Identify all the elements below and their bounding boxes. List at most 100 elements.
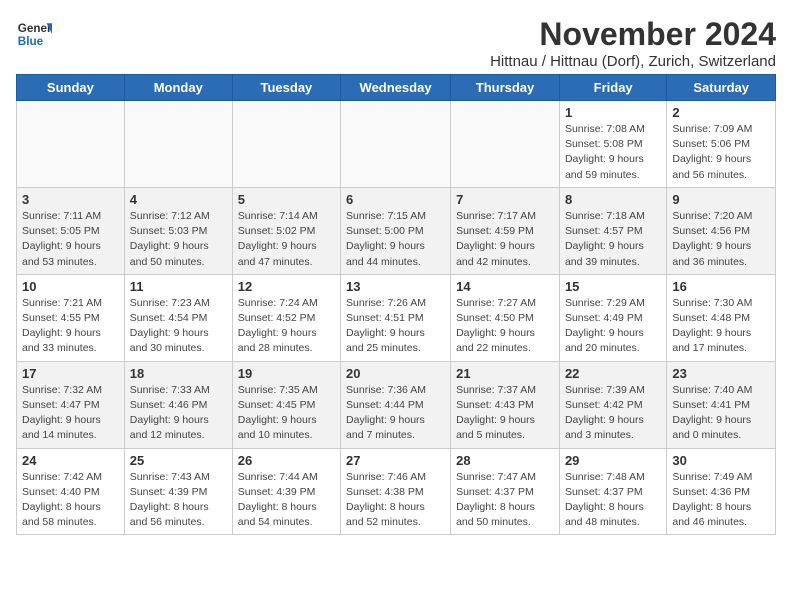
col-wednesday: Wednesday [341, 75, 451, 101]
day-info: Sunrise: 7:46 AM Sunset: 4:38 PM Dayligh… [346, 470, 445, 531]
day-info: Sunrise: 7:48 AM Sunset: 4:37 PM Dayligh… [565, 470, 661, 531]
table-row: 12Sunrise: 7:24 AM Sunset: 4:52 PM Dayli… [232, 274, 340, 361]
table-row: 28 Sunrise: 7:47 AM Sunset: 4:37 PM Dayli… [451, 448, 560, 535]
table-row: 29 Sunrise: 7:48 AM Sunset: 4:37 PM Dayli… [559, 448, 666, 535]
day-info: Sunrise: 7:37 AM Sunset: 4:43 PM Dayligh… [456, 383, 554, 444]
day-number: 24 [22, 453, 119, 468]
day-number: 22 [565, 366, 661, 381]
day-number: 8 [565, 192, 661, 207]
table-row: 13Sunrise: 7:26 AM Sunset: 4:51 PM Dayli… [341, 274, 451, 361]
calendar-table: Sunday Monday Tuesday Wednesday Thursday… [16, 74, 776, 535]
table-row: 5Sunrise: 7:14 AM Sunset: 5:02 PM Daylig… [232, 187, 340, 274]
logo-icon: General Blue [16, 16, 52, 52]
table-row: 4 Sunrise: 7:12 AM Sunset: 5:03 PM Daylig… [124, 187, 232, 274]
table-row: 9Sunrise: 7:20 AM Sunset: 4:56 PM Daylig… [667, 187, 776, 274]
day-number: 23 [672, 366, 770, 381]
day-info: Sunrise: 7:40 AM Sunset: 4:41 PM Dayligh… [672, 383, 770, 444]
day-number: 3 [22, 192, 119, 207]
table-row: 15 Sunrise: 7:29 AM Sunset: 4:49 PM Dayli… [559, 274, 666, 361]
day-number: 11 [130, 279, 227, 294]
day-info: Sunrise: 7:35 AM Sunset: 4:45 PM Dayligh… [238, 383, 335, 444]
day-info: Sunrise: 7:30 AM Sunset: 4:48 PM Dayligh… [672, 296, 770, 357]
day-number: 1 [565, 105, 661, 120]
col-sunday: Sunday [17, 75, 125, 101]
day-info: Sunrise: 7:47 AM Sunset: 4:37 PM Dayligh… [456, 470, 554, 531]
table-row [124, 101, 232, 188]
table-row [17, 101, 125, 188]
day-info: Sunrise: 7:49 AM Sunset: 4:36 PM Dayligh… [672, 470, 770, 531]
day-info: Sunrise: 7:44 AM Sunset: 4:39 PM Dayligh… [238, 470, 335, 531]
table-row: 20 Sunrise: 7:36 AM Sunset: 4:44 PM Dayli… [341, 361, 451, 448]
day-info: Sunrise: 7:09 AM Sunset: 5:06 PM Dayligh… [672, 122, 770, 183]
table-row: 6Sunrise: 7:15 AM Sunset: 5:00 PM Daylig… [341, 187, 451, 274]
table-row: 27 Sunrise: 7:46 AM Sunset: 4:38 PM Dayli… [341, 448, 451, 535]
day-number: 26 [238, 453, 335, 468]
col-thursday: Thursday [451, 75, 560, 101]
day-number: 9 [672, 192, 770, 207]
page-header: General Blue November 2024 Hittnau / Hit… [16, 16, 776, 70]
day-number: 12 [238, 279, 335, 294]
day-info: Sunrise: 7:27 AM Sunset: 4:50 PM Dayligh… [456, 296, 554, 357]
day-number: 10 [22, 279, 119, 294]
day-number: 28 [456, 453, 554, 468]
day-number: 18 [130, 366, 227, 381]
table-row [451, 101, 560, 188]
table-row: 26 Sunrise: 7:44 AM Sunset: 4:39 PM Dayli… [232, 448, 340, 535]
day-number: 30 [672, 453, 770, 468]
calendar-header-row: Sunday Monday Tuesday Wednesday Thursday… [17, 75, 776, 101]
table-row: 18 Sunrise: 7:33 AM Sunset: 4:46 PM Dayli… [124, 361, 232, 448]
day-info: Sunrise: 7:29 AM Sunset: 4:49 PM Dayligh… [565, 296, 661, 357]
day-number: 19 [238, 366, 335, 381]
day-number: 16 [672, 279, 770, 294]
calendar-row: 10 Sunrise: 7:21 AM Sunset: 4:55 PM Dayli… [17, 274, 776, 361]
title-block: November 2024 Hittnau / Hittnau (Dorf), … [490, 16, 776, 70]
day-number: 27 [346, 453, 445, 468]
day-number: 15 [565, 279, 661, 294]
table-row: 22 Sunrise: 7:39 AM Sunset: 4:42 PM Dayli… [559, 361, 666, 448]
day-info: Sunrise: 7:21 AM Sunset: 4:55 PM Dayligh… [22, 296, 119, 357]
table-row: 2 Sunrise: 7:09 AM Sunset: 5:06 PM Daylig… [667, 101, 776, 188]
calendar-row: 1 Sunrise: 7:08 AM Sunset: 5:08 PM Daylig… [17, 101, 776, 188]
table-row: 17Sunrise: 7:32 AM Sunset: 4:47 PM Dayli… [17, 361, 125, 448]
day-info: Sunrise: 7:23 AM Sunset: 4:54 PM Dayligh… [130, 296, 227, 357]
day-info: Sunrise: 7:26 AM Sunset: 4:51 PM Dayligh… [346, 296, 445, 357]
day-number: 21 [456, 366, 554, 381]
table-row: 8Sunrise: 7:18 AM Sunset: 4:57 PM Daylig… [559, 187, 666, 274]
day-number: 4 [130, 192, 227, 207]
day-number: 2 [672, 105, 770, 120]
svg-text:General: General [18, 22, 52, 35]
table-row: 19 Sunrise: 7:35 AM Sunset: 4:45 PM Dayli… [232, 361, 340, 448]
day-info: Sunrise: 7:17 AM Sunset: 4:59 PM Dayligh… [456, 209, 554, 270]
day-info: Sunrise: 7:11 AM Sunset: 5:05 PM Dayligh… [22, 209, 119, 270]
day-number: 5 [238, 192, 335, 207]
day-number: 14 [456, 279, 554, 294]
day-info: Sunrise: 7:43 AM Sunset: 4:39 PM Dayligh… [130, 470, 227, 531]
day-info: Sunrise: 7:12 AM Sunset: 5:03 PM Dayligh… [130, 209, 227, 270]
table-row: 11 Sunrise: 7:23 AM Sunset: 4:54 PM Dayli… [124, 274, 232, 361]
table-row: 3 Sunrise: 7:11 AM Sunset: 5:05 PM Daylig… [17, 187, 125, 274]
table-row [341, 101, 451, 188]
col-friday: Friday [559, 75, 666, 101]
page-title: November 2024 [490, 16, 776, 53]
table-row: 14 Sunrise: 7:27 AM Sunset: 4:50 PM Dayli… [451, 274, 560, 361]
day-info: Sunrise: 7:33 AM Sunset: 4:46 PM Dayligh… [130, 383, 227, 444]
day-number: 7 [456, 192, 554, 207]
day-number: 20 [346, 366, 445, 381]
page-subtitle: Hittnau / Hittnau (Dorf), Zurich, Switze… [490, 53, 776, 70]
logo: General Blue [16, 16, 52, 52]
day-info: Sunrise: 7:36 AM Sunset: 4:44 PM Dayligh… [346, 383, 445, 444]
table-row: 7 Sunrise: 7:17 AM Sunset: 4:59 PM Daylig… [451, 187, 560, 274]
calendar-row: 3 Sunrise: 7:11 AM Sunset: 5:05 PM Daylig… [17, 187, 776, 274]
day-info: Sunrise: 7:08 AM Sunset: 5:08 PM Dayligh… [565, 122, 661, 183]
day-number: 6 [346, 192, 445, 207]
calendar-row: 24Sunrise: 7:42 AM Sunset: 4:40 PM Dayli… [17, 448, 776, 535]
col-tuesday: Tuesday [232, 75, 340, 101]
calendar-row: 17Sunrise: 7:32 AM Sunset: 4:47 PM Dayli… [17, 361, 776, 448]
day-info: Sunrise: 7:39 AM Sunset: 4:42 PM Dayligh… [565, 383, 661, 444]
table-row: 25 Sunrise: 7:43 AM Sunset: 4:39 PM Dayli… [124, 448, 232, 535]
table-row [232, 101, 340, 188]
day-number: 25 [130, 453, 227, 468]
table-row: 10 Sunrise: 7:21 AM Sunset: 4:55 PM Dayli… [17, 274, 125, 361]
day-number: 29 [565, 453, 661, 468]
table-row: 21 Sunrise: 7:37 AM Sunset: 4:43 PM Dayli… [451, 361, 560, 448]
